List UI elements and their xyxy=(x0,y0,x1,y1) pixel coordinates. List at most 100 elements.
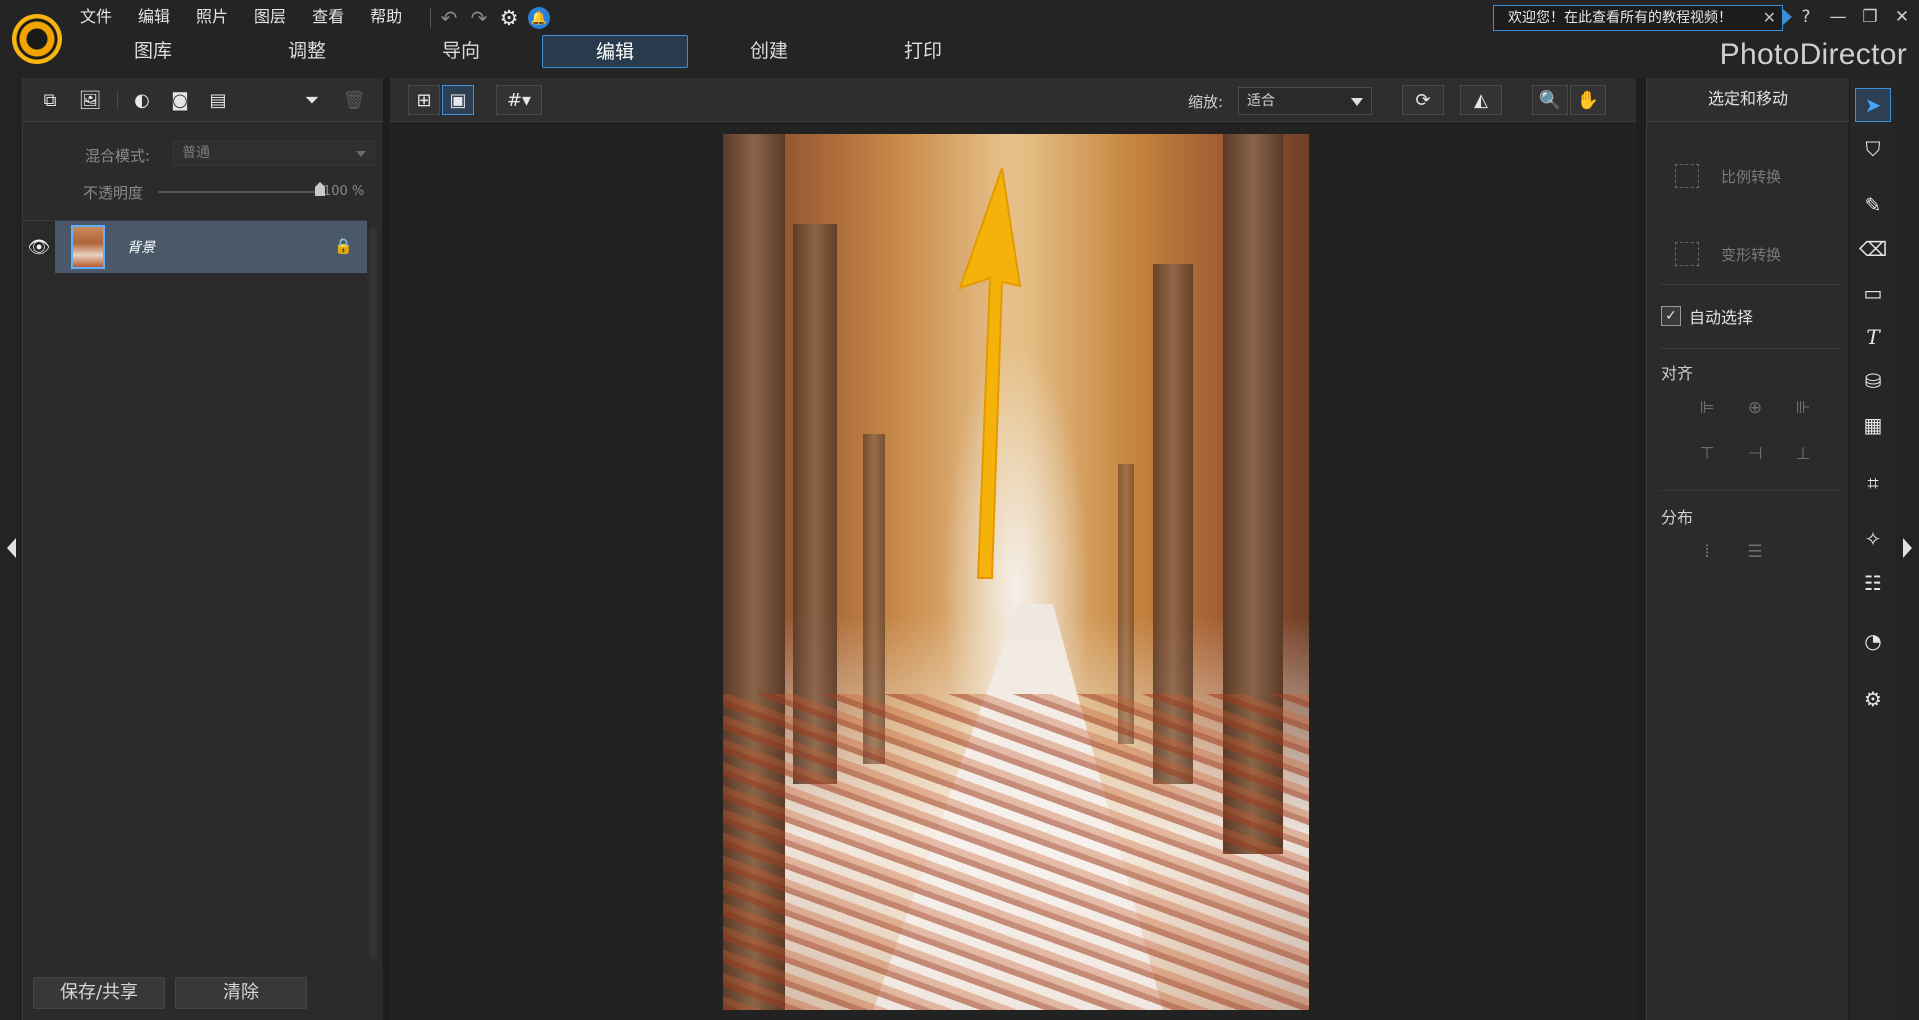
checkmark-icon[interactable]: ✓ xyxy=(1661,306,1681,326)
menu-edit[interactable]: 编辑 xyxy=(138,5,170,29)
menu-file[interactable]: 文件 xyxy=(80,5,112,29)
close-icon[interactable]: ✕ xyxy=(1763,6,1776,30)
gradient-icon[interactable]: ▦ xyxy=(1855,408,1891,442)
flip-icon[interactable]: ◭ xyxy=(1460,85,1502,115)
settings-icon[interactable]: ⚙ xyxy=(494,5,524,31)
welcome-text: 欢迎您！在此查看所有的教程视频！ xyxy=(1508,10,1732,26)
layer-list: 👁 背景 🔒 xyxy=(23,220,367,965)
pencil-icon[interactable]: ✎ xyxy=(1855,188,1891,222)
help-icon[interactable]: ? xyxy=(1790,3,1822,31)
tool-strip: ➤ ⛉ ✎ ⌫ ▭ T ⛁ ▦ ⌗ ✧ ☷ ◔ ⚙ xyxy=(1850,78,1896,1020)
blend-mode-value: 普通 xyxy=(182,145,210,161)
layer-row[interactable]: 👁 背景 🔒 xyxy=(23,221,367,273)
distribute-horizontal-icon: ⦙ xyxy=(1705,542,1709,562)
window-controls: ? — ❐ ✕ xyxy=(1790,3,1918,31)
layer-body[interactable]: 背景 🔒 xyxy=(55,221,367,273)
rotate-icon[interactable]: ⟳ xyxy=(1402,85,1444,115)
grid-icon[interactable]: #▾ xyxy=(496,85,542,115)
zoom-select[interactable]: 适合 xyxy=(1238,87,1372,115)
auto-select-checkbox[interactable]: ✓ 自动选择 xyxy=(1661,304,1753,328)
paint-bucket-icon[interactable]: ⛁ xyxy=(1855,364,1891,398)
single-view-icon[interactable]: ▣ xyxy=(442,85,474,115)
align-right-icon: ⊪ xyxy=(1795,398,1811,418)
opacity-slider-track[interactable] xyxy=(158,191,320,193)
warp-transform-button: 变形转换 xyxy=(1675,240,1781,268)
distribute-heading: 分布 xyxy=(1661,508,1694,527)
layer-thumbnail xyxy=(71,225,105,269)
lock-icon[interactable]: 🔒 xyxy=(334,237,353,255)
layer-properties-icon[interactable]: ▤ xyxy=(203,87,233,113)
align-heading: 对齐 xyxy=(1661,364,1694,383)
clear-button[interactable]: 清除 xyxy=(175,977,307,1009)
welcome-banner[interactable]: 欢迎您！在此查看所有的教程视频！ ✕ xyxy=(1493,5,1783,31)
select-arrow-icon[interactable]: ➤ xyxy=(1855,88,1891,122)
layer-mask-icon[interactable]: ◙ xyxy=(165,87,195,113)
minimize-icon[interactable]: — xyxy=(1822,3,1854,31)
redo-icon[interactable]: ↷ xyxy=(464,5,494,31)
eraser-icon[interactable]: ⌫ xyxy=(1855,232,1891,266)
photo-canvas[interactable] xyxy=(723,134,1309,1010)
color-wheel-icon[interactable]: ◔ xyxy=(1855,624,1891,658)
crop-icon[interactable]: ⌗ xyxy=(1855,466,1891,500)
notification-button[interactable]: 🔔 xyxy=(524,5,554,31)
section-divider xyxy=(1659,284,1841,285)
save-share-button[interactable]: 保存/共享 xyxy=(33,977,165,1009)
eye-icon[interactable]: 👁 xyxy=(23,221,55,273)
tab-create[interactable]: 创建 xyxy=(696,35,842,68)
chevron-down-icon xyxy=(356,151,366,157)
right-panel-collapse-button[interactable] xyxy=(1896,78,1919,1020)
brush-selection-icon[interactable]: ⛉ xyxy=(1855,132,1891,166)
compare-view-icon[interactable]: ⊞ xyxy=(408,85,440,115)
module-tabs: 图库 调整 导向 编辑 创建 打印 xyxy=(80,35,1004,68)
opacity-label: 不透明度 xyxy=(83,184,144,202)
align-bottom-icon: ⊥ xyxy=(1795,444,1811,464)
layers-panel: ⧉ 🖼 ◐ ◙ ▤ ⏷ 🗑 混合模式: 普通 不透明度 100 % 👁 背景 🔒… xyxy=(22,78,383,1020)
menu-help[interactable]: 帮助 xyxy=(370,5,402,29)
align-left-icon: ⊫ xyxy=(1699,398,1715,418)
align-middle-vertical-icon: ⊣ xyxy=(1747,444,1763,464)
warp-transform-label: 变形转换 xyxy=(1721,245,1782,264)
left-panel-collapse-button[interactable] xyxy=(0,78,22,1020)
toolbar-divider xyxy=(117,90,118,110)
hand-tool-icon[interactable]: ✋ xyxy=(1570,85,1606,115)
close-window-icon[interactable]: ✕ xyxy=(1886,3,1918,31)
zoom-label: 缩放: xyxy=(1188,93,1224,111)
add-image-layer-icon[interactable]: 🖼 xyxy=(75,87,105,113)
auto-select-label: 自动选择 xyxy=(1689,308,1754,327)
menu-view[interactable]: 查看 xyxy=(312,5,344,29)
undo-icon[interactable]: ↶ xyxy=(434,5,464,31)
rectangle-icon[interactable]: ▭ xyxy=(1855,276,1891,310)
app-brand: PhotoDirector xyxy=(1719,38,1907,71)
menu-layer[interactable]: 图层 xyxy=(254,5,286,29)
adjustment-sliders-icon[interactable]: ☷ xyxy=(1855,566,1891,600)
tab-library[interactable]: 图库 xyxy=(80,35,226,68)
canvas-area: ⊞ ▣ #▾ 缩放: 适合 ⟳ ◭ 🔍 ✋ xyxy=(390,78,1636,1020)
layer-name: 背景 xyxy=(127,240,155,256)
scale-transform-icon xyxy=(1675,164,1699,188)
blend-mode-select: 普通 xyxy=(173,140,375,166)
menu-photo[interactable]: 照片 xyxy=(196,5,228,29)
tab-print[interactable]: 打印 xyxy=(850,35,996,68)
text-icon[interactable]: T xyxy=(1855,320,1891,354)
opacity-value: 100 % xyxy=(323,184,365,199)
scale-transform-label: 比例转换 xyxy=(1721,167,1782,186)
distribute-vertical-icon: ☰ xyxy=(1747,542,1763,562)
zoom-tool-icon[interactable]: 🔍 xyxy=(1532,85,1568,115)
settings-gear-icon[interactable]: ⚙ xyxy=(1855,682,1891,716)
app-logo-icon xyxy=(12,14,62,64)
photo-fallen-leaves xyxy=(723,694,1309,1010)
tab-adjust[interactable]: 调整 xyxy=(234,35,380,68)
layer-list-scrollbar[interactable] xyxy=(369,228,377,958)
tab-guided[interactable]: 导向 xyxy=(388,35,534,68)
notification-bell-icon: 🔔 xyxy=(528,7,550,29)
adjustment-layer-icon[interactable]: ◐ xyxy=(127,87,157,113)
blend-mode-label: 混合模式: xyxy=(85,147,151,165)
new-layer-icon[interactable]: ⧉ xyxy=(35,87,65,113)
layer-filter-icon[interactable]: ⏷ xyxy=(297,87,327,113)
tab-edit[interactable]: 编辑 xyxy=(542,35,688,68)
layer-toolbar: ⧉ 🖼 ◐ ◙ ▤ ⏷ 🗑 xyxy=(23,78,383,122)
scale-transform-button: 比例转换 xyxy=(1675,162,1781,190)
magic-wand-icon[interactable]: ✧ xyxy=(1855,522,1891,556)
align-center-horizontal-icon: ⊕ xyxy=(1747,398,1763,418)
restore-icon[interactable]: ❐ xyxy=(1854,3,1886,31)
